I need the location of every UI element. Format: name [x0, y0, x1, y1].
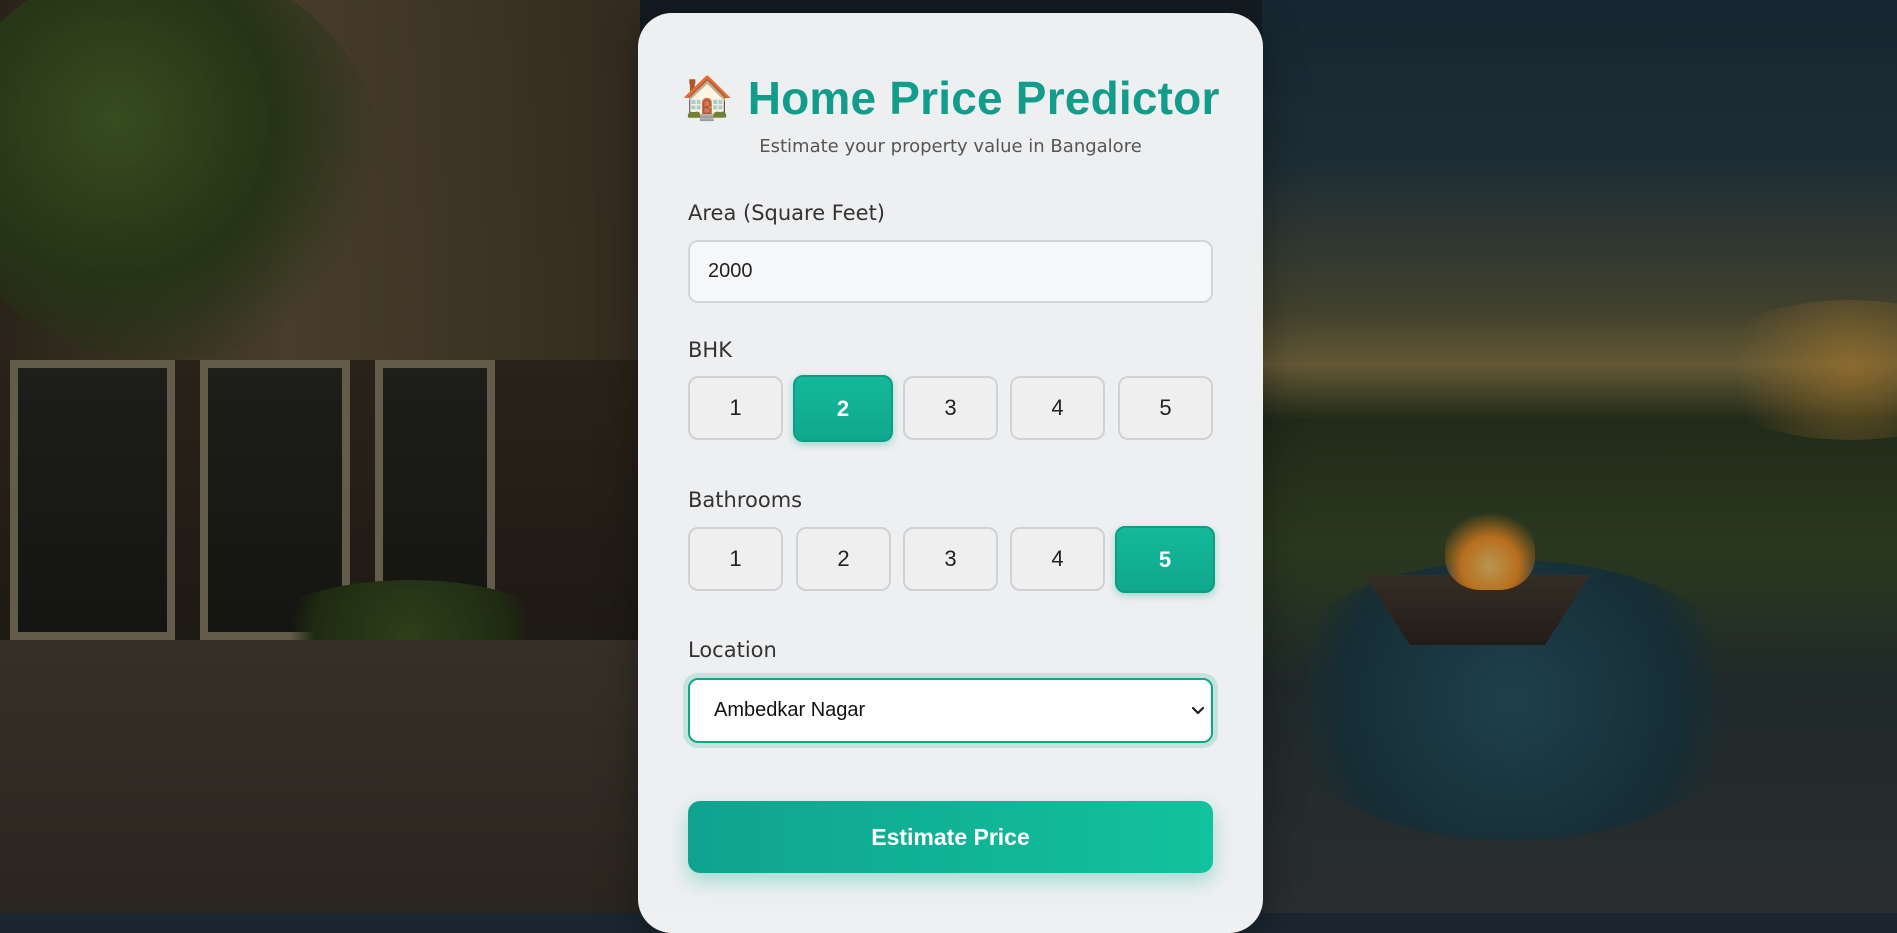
- area-input[interactable]: [688, 240, 1213, 303]
- bhk-label: BHK: [688, 338, 732, 362]
- bathrooms-label: Bathrooms: [688, 488, 803, 512]
- house-icon: 🏠: [681, 73, 734, 122]
- predictor-card: 🏠 Home Price Predictor Estimate your pro…: [638, 13, 1263, 933]
- bhk-option-4[interactable]: 4: [1010, 376, 1105, 440]
- location-selected-value: Ambedkar Nagar: [714, 699, 866, 721]
- bathroom-option-1[interactable]: 1: [688, 527, 783, 591]
- chevron-down-icon: [1189, 702, 1207, 720]
- bhk-option-3[interactable]: 3: [903, 376, 998, 440]
- page-title: Home Price Predictor: [747, 72, 1220, 124]
- bathroom-option-3[interactable]: 3: [903, 527, 998, 591]
- bathroom-options: 1 2 3 4 5: [688, 526, 1216, 593]
- bhk-option-1[interactable]: 1: [688, 376, 783, 440]
- page-subtitle: Estimate your property value in Bangalor…: [759, 136, 1142, 157]
- title-row: 🏠 Home Price Predictor: [638, 71, 1263, 125]
- estimate-price-button[interactable]: Estimate Price: [688, 801, 1213, 873]
- location-label: Location: [688, 638, 777, 662]
- bathroom-option-2[interactable]: 2: [796, 527, 891, 591]
- area-label: Area (Square Feet): [688, 201, 885, 225]
- bhk-options: 1 2 3 4 5: [688, 375, 1216, 442]
- location-select[interactable]: Ambedkar Nagar: [688, 678, 1213, 743]
- bathroom-option-4[interactable]: 4: [1010, 527, 1105, 591]
- bhk-option-5[interactable]: 5: [1118, 376, 1213, 440]
- bhk-option-2[interactable]: 2: [793, 375, 893, 442]
- bathroom-option-5[interactable]: 5: [1115, 526, 1215, 593]
